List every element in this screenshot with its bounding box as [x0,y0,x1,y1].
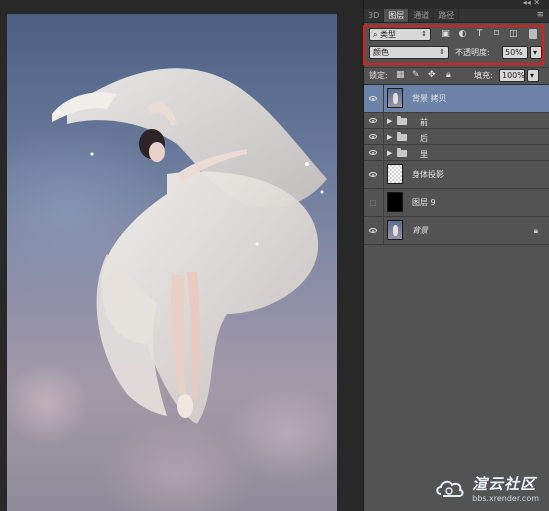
shape-filter-icon[interactable]: ⌑ [491,29,502,39]
opacity-value: 50% [505,48,523,57]
expand-arrow-icon[interactable]: ▶ [387,145,392,161]
chevron-down-icon: ▾ [533,48,538,57]
watermark-text: 渲云社区 bbs.xrender.com [472,473,539,503]
visibility-toggle[interactable] [364,161,384,188]
layer-body-shadow[interactable]: 身体投影 [364,161,549,189]
eye-icon [369,133,377,139]
layer-name: 图层 9 [412,198,436,207]
lock-label: 锁定: [369,71,388,80]
tab-paths[interactable]: 路径 [434,9,460,22]
visibility-toggle[interactable] [364,217,384,244]
select-arrows-icon: ⇕ [439,48,445,56]
opacity-label: 不透明度: [455,48,490,57]
panel-titlebar: ◂◂ ✕ [364,0,549,9]
adjustment-filter-icon[interactable]: ◐ [457,29,468,39]
eye-icon [369,149,377,155]
layer-background-copy[interactable]: 背景 拷贝 [364,85,549,113]
layer-thumbnail [387,88,403,108]
watermark-name: 渲云社区 [472,475,537,493]
watermark: 渲云社区 bbs.xrender.com [435,473,539,503]
fill-input[interactable]: 100% [499,69,525,82]
fill-dropdown-button[interactable]: ▾ [527,69,539,82]
visibility-toggle[interactable] [364,145,384,160]
opacity-input[interactable]: 50% [502,46,528,59]
smart-object-filter-icon[interactable]: ◫ [508,29,519,39]
tab-layers[interactable]: 图层 [384,9,410,22]
layers-list: 背景 拷贝 ▶ 前 ▶ 后 ▶ 里 身体投影 图层 9 背景 🔒︎ [364,85,549,245]
filter-type-value: 类型 [380,30,397,39]
folder-icon [397,116,407,125]
layers-panel: ◂◂ ✕ 3D 图层 通道 路径 ≡ ⌕ 类型 ⇕ ▣ ◐ T ⌑ ◫ 颜色 ⇕… [363,0,549,511]
cloud-logo-icon [436,480,464,497]
layer-name: 背景 [412,226,428,235]
visibility-toggle[interactable] [364,85,384,112]
fill-value: 100% [502,71,525,80]
blend-mode-select[interactable]: 颜色 ⇕ [369,46,449,59]
folder-icon [397,148,407,157]
pixel-filter-icon[interactable]: ▣ [440,29,451,39]
select-arrows-icon: ⇕ [421,30,427,38]
expand-arrow-icon[interactable]: ▶ [387,129,392,145]
eye-icon [369,95,377,101]
dancer-illustration [52,68,327,424]
folder-icon [397,132,407,141]
panel-menu-icon[interactable]: ≡ [536,9,544,22]
fill-label: 填充: [474,71,493,80]
layer-background[interactable]: 背景 🔒︎ [364,217,549,245]
filter-type-select[interactable]: ⌕ 类型 ⇕ [369,28,431,41]
panel-tabs: 3D 图层 通道 路径 ≡ [364,9,549,23]
eye-icon [369,227,377,233]
tab-channels[interactable]: 通道 [409,9,435,22]
search-icon: ⌕ [373,30,378,39]
lock-row: 锁定: ▦ ✎ ✥ 🔒︎ 填充: 100% ▾ [364,67,549,85]
eye-icon [369,171,377,177]
eye-icon [369,117,377,123]
filter-toggle-icon[interactable] [529,29,537,39]
blend-row: 颜色 ⇕ 不透明度: 50% ▾ [369,46,545,60]
collapse-arrows-icon[interactable]: ◂◂ ✕ [523,0,540,7]
opacity-dropdown-button[interactable]: ▾ [530,46,542,59]
layer-9[interactable]: 图层 9 [364,189,549,217]
layer-name: 背景 拷贝 [412,94,447,103]
type-filter-icon[interactable]: T [474,29,485,39]
photo-dancer[interactable] [7,14,337,511]
lock-move-icon[interactable]: ✥ [428,70,436,81]
layer-group-back[interactable]: ▶ 后 [364,129,549,145]
layer-thumbnail [387,192,403,212]
filter-row: ⌕ 类型 ⇕ ▣ ◐ T ⌑ ◫ [369,28,545,42]
document-canvas[interactable] [0,0,363,511]
layer-thumbnail [387,220,403,240]
visibility-toggle[interactable] [364,189,384,216]
lock-brush-icon[interactable]: ✎ [412,70,420,81]
lock-transparency-icon[interactable]: ▦ [396,70,405,81]
blend-mode-value: 颜色 [373,48,389,57]
chevron-down-icon: ▾ [530,71,535,80]
watermark-url: bbs.xrender.com [472,494,539,503]
layer-group-front[interactable]: ▶ 前 [364,113,549,129]
tab-3d[interactable]: 3D [364,9,385,22]
layer-name: 身体投影 [412,170,444,179]
layer-thumbnail [387,164,403,184]
visibility-toggle[interactable] [364,113,384,128]
expand-arrow-icon[interactable]: ▶ [387,113,392,129]
layer-group-inner[interactable]: ▶ 里 [364,145,549,161]
lock-all-icon[interactable]: 🔒︎ [446,70,451,81]
visibility-toggle[interactable] [364,129,384,144]
lock-icon: 🔒︎ [533,226,538,235]
